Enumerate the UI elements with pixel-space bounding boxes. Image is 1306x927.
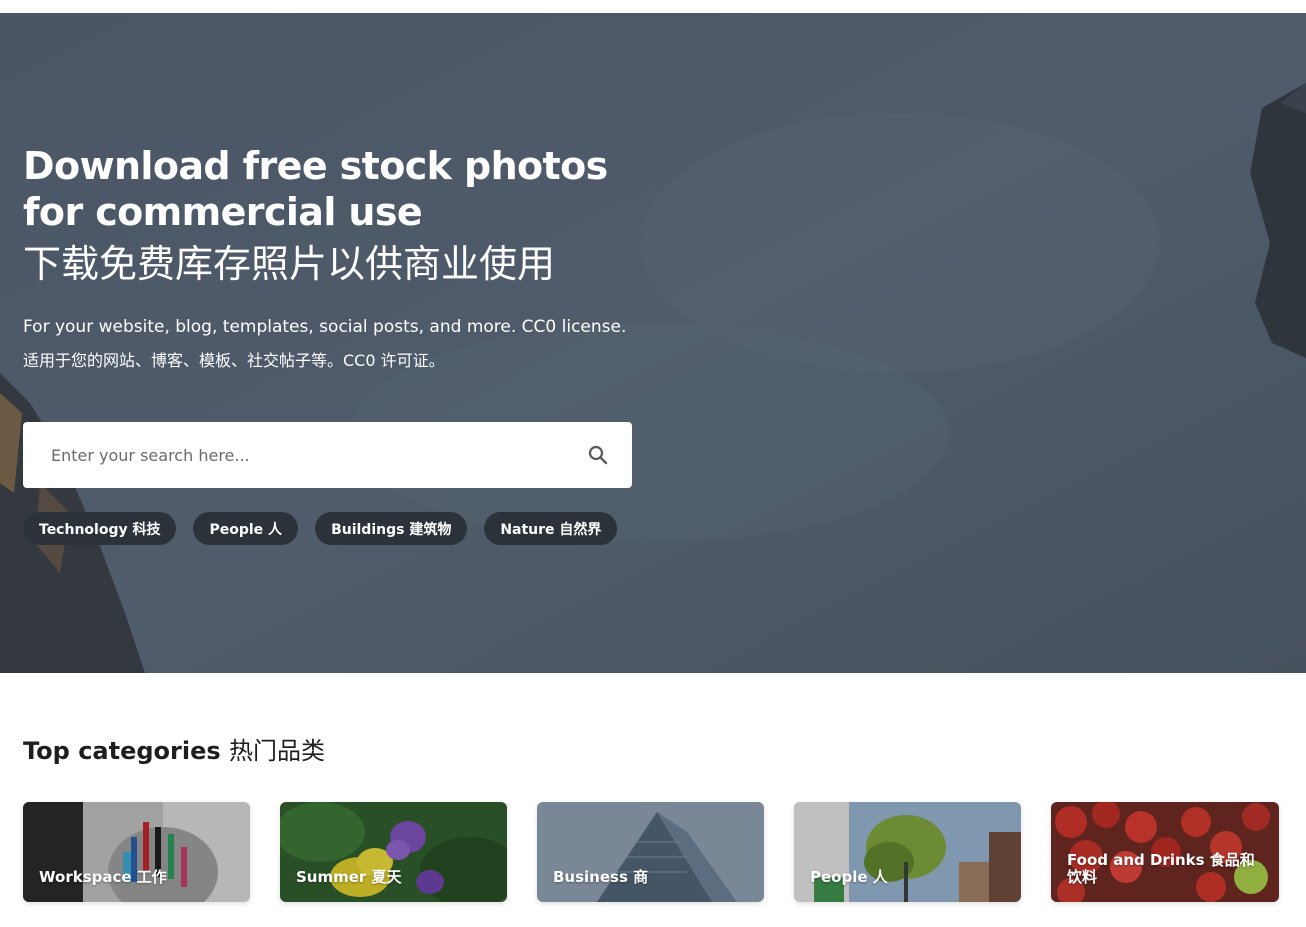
hero-subtitle: For your website, blog, templates, socia… bbox=[23, 317, 627, 337]
top-categories-heading-en: Top categories bbox=[23, 737, 221, 765]
category-cards: Workspace 工作 Summer 夏天 Business 商 People… bbox=[23, 802, 1283, 902]
people-thumbnail bbox=[794, 802, 1021, 902]
tag-nature[interactable]: Nature 自然界 bbox=[484, 512, 618, 545]
top-categories-heading-cn: 热门品类 bbox=[229, 737, 326, 765]
workspace-thumbnail bbox=[23, 802, 250, 902]
suggested-tags: Technology 科技 People 人 Buildings 建筑物 Nat… bbox=[23, 512, 618, 545]
hero-content: Download free stock photos for commercia… bbox=[23, 13, 663, 673]
category-card-label: Business 商 bbox=[553, 868, 649, 886]
category-card-label: Summer 夏天 bbox=[296, 868, 402, 886]
top-categories-heading: Top categories 热门品类 bbox=[23, 735, 325, 767]
category-card-label: Food and Drinks 食品和饮料 bbox=[1067, 851, 1255, 886]
category-card-summer[interactable]: Summer 夏天 bbox=[280, 802, 507, 902]
tag-buildings[interactable]: Buildings 建筑物 bbox=[315, 512, 468, 545]
search-icon bbox=[588, 445, 608, 465]
tag-technology[interactable]: Technology 科技 bbox=[23, 512, 177, 545]
category-card-label: Workspace 工作 bbox=[39, 868, 167, 886]
summer-thumbnail bbox=[280, 802, 507, 902]
category-card-label: People 人 bbox=[810, 868, 888, 886]
search-bar bbox=[23, 422, 632, 488]
search-input[interactable] bbox=[35, 422, 565, 488]
top-bar bbox=[0, 0, 1306, 13]
category-card-workspace[interactable]: Workspace 工作 bbox=[23, 802, 250, 902]
tag-people[interactable]: People 人 bbox=[193, 512, 299, 545]
search-button[interactable] bbox=[586, 443, 610, 467]
hero-section: Download free stock photos for commercia… bbox=[0, 13, 1306, 673]
business-thumbnail bbox=[537, 802, 764, 902]
hero-subtitle-cn: 适用于您的网站、博客、模板、社交帖子等。CC0 许可证。 bbox=[23, 351, 445, 370]
category-card-food-and-drinks[interactable]: Food and Drinks 食品和饮料 bbox=[1051, 802, 1279, 902]
category-card-business[interactable]: Business 商 bbox=[537, 802, 764, 902]
hero-title-cn: 下载免费库存照片以供商业使用 bbox=[23, 242, 556, 286]
hero-title: Download free stock photos for commercia… bbox=[23, 144, 608, 234]
category-card-people[interactable]: People 人 bbox=[794, 802, 1021, 902]
